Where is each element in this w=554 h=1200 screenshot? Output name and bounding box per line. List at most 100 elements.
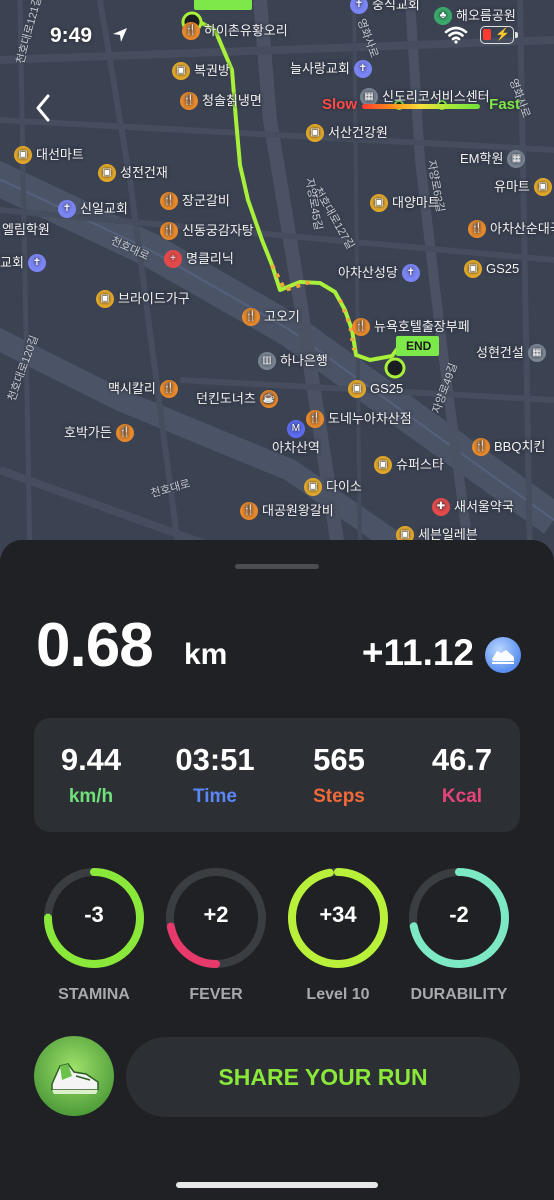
map-poi[interactable]: 던킨도너츠 ☕ xyxy=(196,390,278,408)
map-poi[interactable]: 🍴 하이촌유황오리 xyxy=(182,22,288,40)
run-summary-panel: 0.68 km +11.12 9.44 km/h 03:51 Time 565 … xyxy=(0,540,554,1200)
church-icon: ✝ xyxy=(27,254,46,272)
map-poi[interactable]: ▣ 브라이드가구 xyxy=(96,290,190,308)
restaurant-icon: 🍴 xyxy=(180,92,198,110)
map-poi[interactable]: ✝ 중식교회 xyxy=(350,0,420,14)
map-poi[interactable]: 성현건설 ▦ xyxy=(476,344,546,362)
map-poi[interactable]: 호박가든 🍴 xyxy=(64,424,134,442)
map-poi[interactable]: ▣ 서산건강원 xyxy=(306,124,388,142)
map-poi[interactable]: ▣ GS25 xyxy=(348,380,403,398)
sneaker-avatar[interactable] xyxy=(34,1036,114,1116)
bank-icon: ▥ xyxy=(258,352,276,370)
location-arrow-icon xyxy=(113,28,127,42)
home-indicator[interactable] xyxy=(176,1182,378,1188)
ring-label: FEVER xyxy=(189,986,243,1003)
speed-slow-label: Slow xyxy=(322,96,358,113)
map-poi[interactable]: ▣ 대선마트 xyxy=(14,146,84,164)
map-poi[interactable]: 맥시칼리 🍴 xyxy=(108,380,178,398)
stat-value: 9.44 xyxy=(60,742,122,777)
church-icon: ✝ xyxy=(353,60,372,78)
stat-label: Time xyxy=(192,786,237,807)
restaurant-icon: 🍴 xyxy=(160,222,178,240)
restaurant-icon: 🍴 xyxy=(240,502,258,520)
route-map[interactable]: END 천호대로 천호대로 자양로45길 천호대로127길 자양로63길 자양로… xyxy=(0,0,554,560)
map-poi[interactable]: 아차산성당 ✝ xyxy=(338,264,420,282)
speed-legend: Slow Fast xyxy=(322,96,522,118)
map-poi[interactable]: 유마트 ▣ xyxy=(494,178,552,196)
map-poi[interactable]: 🍴 도네누아차산점 xyxy=(306,410,412,428)
map-poi[interactable]: 🍴 대공원왕갈비 xyxy=(240,502,334,520)
map-poi[interactable]: ▣ 성전건재 xyxy=(98,164,168,182)
restaurant-icon: 🍴 xyxy=(160,192,178,210)
map-poi[interactable]: EM학원 ▦ xyxy=(460,150,526,168)
level-ring: +34 Level 10 xyxy=(286,866,390,1004)
wifi-icon xyxy=(444,26,468,44)
start-flag xyxy=(194,0,252,10)
map-poi[interactable]: ▣ 복권방 xyxy=(172,62,230,80)
share-run-button[interactable]: SHARE YOUR RUN xyxy=(126,1037,520,1117)
map-poi[interactable]: 늘사랑교회 ✝ xyxy=(290,60,372,78)
map-poi[interactable]: ▣ 대양마트 xyxy=(370,194,440,212)
kcal-stat: 46.7 Kcal xyxy=(407,742,517,808)
shop-icon: ▣ xyxy=(14,146,32,164)
restaurant-icon: 🍴 xyxy=(352,318,370,336)
map-poi[interactable]: 🍴 BBQ치킨 xyxy=(472,438,545,456)
ring-value: -3 xyxy=(84,902,104,927)
map-poi[interactable]: ✝ 신일교회 xyxy=(58,200,128,218)
cafe-icon: ☕ xyxy=(259,390,278,408)
restaurant-icon: 🍴 xyxy=(182,22,200,40)
back-button[interactable] xyxy=(28,90,58,126)
stat-value: 565 xyxy=(313,742,365,777)
restaurant-icon: 🍴 xyxy=(468,220,486,238)
shop-icon: ▣ xyxy=(98,164,116,182)
stat-value: 03:51 xyxy=(175,742,255,777)
map-poi[interactable]: 🍴 뉴욕호텔출장부페 xyxy=(352,318,470,336)
map-poi[interactable]: 교회 ✝ xyxy=(0,254,46,272)
stat-value: 46.7 xyxy=(431,742,493,777)
distance-value: 0.68 xyxy=(36,611,154,680)
church-icon: ✝ xyxy=(401,264,420,282)
map-poi[interactable]: M 아차산역 xyxy=(272,420,320,456)
steps-stat: 565 Steps xyxy=(284,742,394,808)
map-poi[interactable]: + 명클리닉 xyxy=(164,250,234,268)
ring-label: Level 10 xyxy=(306,986,370,1003)
map-poi[interactable]: ▣ 다이소 xyxy=(304,478,362,496)
subway-icon: M xyxy=(286,420,305,438)
map-poi[interactable]: 🍴아차산순대국 xyxy=(468,220,554,238)
map-poi[interactable]: 🍴 장군갈비 xyxy=(160,192,230,210)
map-poi[interactable]: ♣ 해오름공원 xyxy=(434,7,516,25)
hospital-icon: + xyxy=(164,250,182,268)
restaurant-icon: 🍴 xyxy=(115,424,134,442)
chevron-left-icon xyxy=(36,94,50,122)
ring-value: +2 xyxy=(203,902,229,927)
map-poi[interactable]: 엘림학원 xyxy=(2,222,50,238)
ring-value: +34 xyxy=(319,902,357,927)
distance-unit: km xyxy=(184,638,228,671)
drag-handle[interactable] xyxy=(235,564,319,569)
street-layer xyxy=(0,0,554,560)
map-poi[interactable]: ▣ 슈퍼스타 xyxy=(374,456,444,474)
stat-label: Steps xyxy=(313,786,365,807)
map-poi[interactable]: 🍴 고오기 xyxy=(242,308,300,326)
shop-icon: ▣ xyxy=(533,178,552,196)
map-poi[interactable]: 🍴 신동궁감자탕 xyxy=(160,222,254,240)
map-poi[interactable]: ✚ 새서울약국 xyxy=(432,498,514,516)
church-icon: ✝ xyxy=(58,200,76,218)
durability-ring: -2 DURABILITY xyxy=(407,866,511,1004)
token-shoe-icon xyxy=(485,637,521,673)
shop-icon: ▣ xyxy=(304,478,322,496)
shop-icon: ▣ xyxy=(370,194,388,212)
map-poi[interactable]: 🍴 청솔칡냉면 xyxy=(180,92,262,110)
furniture-icon: ▣ xyxy=(96,290,114,308)
map-poi[interactable]: ▣ GS25 xyxy=(464,260,519,278)
stats-card: 9.44 km/h 03:51 Time 565 Steps 46.7 Kcal xyxy=(34,718,520,832)
fever-ring: +2 FEVER xyxy=(164,866,268,1004)
speed-fast-label: Fast xyxy=(489,96,520,113)
restaurant-icon: 🍴 xyxy=(242,308,260,326)
map-poi[interactable]: ▥ 하나은행 xyxy=(258,352,328,370)
restaurant-icon: 🍴 xyxy=(472,438,490,456)
speed-stat: 9.44 km/h xyxy=(36,742,146,808)
time-stat: 03:51 Time xyxy=(160,742,270,808)
status-time: 9:49 xyxy=(50,24,93,47)
ring-label: STAMINA xyxy=(58,986,130,1003)
